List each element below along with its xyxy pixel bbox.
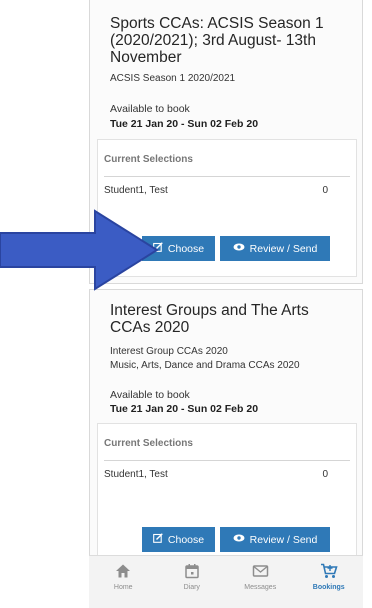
card-subtitle: ACSIS Season 1 2020/2021	[110, 73, 236, 84]
divider	[104, 460, 350, 461]
card-title: Interest Groups and The Arts CCAs 2020	[110, 302, 309, 336]
booking-card-interest-groups: Interest Groups and The Arts CCAs 2020 I…	[89, 289, 363, 570]
tab-bookings-label: Bookings	[312, 584, 345, 591]
bottom-tab-bar: Home Diary Messages Bookings	[89, 555, 363, 608]
student-name: Student1, Test	[104, 185, 168, 196]
eye-icon	[233, 534, 245, 545]
home-icon	[115, 563, 131, 579]
cart-icon	[320, 563, 338, 579]
calendar-icon	[184, 563, 200, 579]
divider	[104, 176, 350, 177]
tab-bookings[interactable]: Bookings	[295, 556, 364, 608]
selection-count: 0	[322, 469, 328, 480]
tab-home-label: Home	[113, 584, 133, 591]
review-send-button[interactable]: Review / Send	[220, 236, 330, 261]
card-title: Sports CCAs: ACSIS Season 1 (2020/2021);…	[110, 15, 324, 66]
tab-diary[interactable]: Diary	[158, 556, 227, 608]
tab-home[interactable]: Home	[89, 556, 158, 608]
review-send-label: Review / Send	[249, 242, 318, 255]
card-subtitle: Interest Group CCAs 2020	[110, 346, 228, 357]
current-selections-heading: Current Selections	[104, 438, 193, 449]
choose-label: Choose	[167, 533, 205, 546]
current-selections-heading: Current Selections	[104, 154, 193, 165]
availability-label: Available to book	[110, 389, 190, 401]
availability-dates: Tue 21 Jan 20 - Sun 02 Feb 20	[110, 118, 259, 130]
tab-messages[interactable]: Messages	[226, 556, 295, 608]
current-selections-panel: Current Selections Student1, Test 0 Choo…	[97, 423, 357, 570]
choose-label: Choose	[167, 242, 205, 255]
tab-diary-label: Diary	[183, 584, 200, 591]
student-name: Student1, Test	[104, 469, 168, 480]
review-send-label: Review / Send	[249, 533, 318, 546]
edit-icon	[153, 533, 163, 546]
review-send-button[interactable]: Review / Send	[220, 527, 330, 552]
availability-label: Available to book	[110, 103, 190, 115]
choose-button[interactable]: Choose	[142, 527, 215, 552]
eye-icon	[233, 243, 245, 254]
card-subtitle-line2: Music, Arts, Dance and Drama CCAs 2020	[110, 360, 300, 371]
availability-dates: Tue 21 Jan 20 - Sun 02 Feb 20	[110, 403, 259, 415]
envelope-icon	[252, 563, 269, 579]
arrow-right-icon	[0, 209, 159, 291]
tab-messages-label: Messages	[244, 584, 277, 591]
selection-count: 0	[322, 185, 328, 196]
